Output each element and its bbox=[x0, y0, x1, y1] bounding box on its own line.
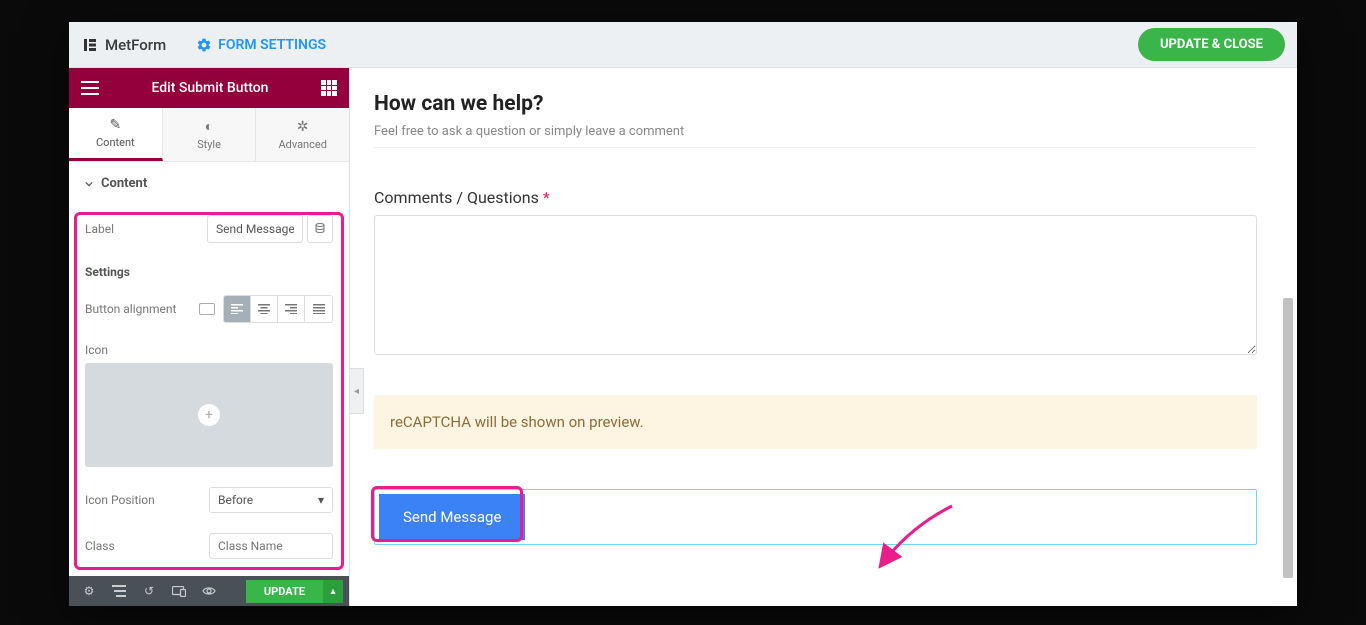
widgets-grid-icon[interactable] bbox=[321, 80, 337, 96]
icon-picker[interactable]: + bbox=[85, 363, 333, 467]
control-icon-position: Icon Position Before ▾ bbox=[69, 477, 349, 523]
history-icon[interactable]: ↺ bbox=[135, 580, 163, 602]
database-icon bbox=[315, 223, 325, 235]
comments-textarea[interactable] bbox=[374, 215, 1257, 355]
responsive-icon[interactable] bbox=[199, 303, 215, 315]
controls-panel: Content Label Settings Button a bbox=[69, 162, 349, 576]
label-input[interactable] bbox=[207, 215, 303, 243]
control-icon: Icon bbox=[69, 333, 349, 357]
editor-tabs: ✎ Content ◐ Style ✲ Advanced bbox=[69, 108, 349, 162]
responsive-mode-icon[interactable] bbox=[165, 580, 193, 602]
section-content-label: Content bbox=[101, 176, 147, 191]
elementor-logo-icon bbox=[81, 36, 99, 54]
pencil-icon: ✎ bbox=[107, 117, 123, 133]
submit-button-widget[interactable]: Send Message bbox=[374, 489, 1257, 545]
alignment-label: Button alignment bbox=[85, 302, 199, 316]
tab-advanced[interactable]: ✲ Advanced bbox=[256, 108, 349, 161]
preview-scrollbar[interactable] bbox=[1281, 68, 1295, 606]
topbar: MetForm FORM SETTINGS UPDATE & CLOSE bbox=[69, 22, 1297, 68]
recaptcha-placeholder: reCAPTCHA will be shown on preview. bbox=[374, 395, 1257, 449]
tab-style-label: Style bbox=[197, 138, 221, 151]
align-right-button[interactable] bbox=[278, 296, 305, 322]
settings-subheader: Settings bbox=[69, 253, 349, 285]
gear-icon bbox=[196, 37, 212, 53]
tab-content[interactable]: ✎ Content bbox=[69, 108, 163, 161]
preview-area: How can we help? Feel free to ask a ques… bbox=[350, 68, 1297, 606]
icon-position-select[interactable]: Before ▾ bbox=[209, 487, 333, 513]
scrollbar-thumb[interactable] bbox=[1283, 298, 1293, 578]
cog-icon: ✲ bbox=[295, 119, 311, 135]
bottom-bar: ⚙ ↺ UPDATE ▴ bbox=[69, 576, 349, 606]
label-field-label: Label bbox=[85, 222, 114, 236]
alignment-buttons bbox=[223, 295, 333, 323]
divider bbox=[374, 147, 1257, 148]
chevron-down-icon: ▾ bbox=[318, 493, 324, 507]
preview-heading: How can we help? bbox=[374, 92, 1257, 116]
tab-advanced-label: Advanced bbox=[278, 138, 326, 151]
tab-style[interactable]: ◐ Style bbox=[163, 108, 257, 161]
icon-position-value: Before bbox=[218, 493, 253, 507]
preview-icon[interactable] bbox=[195, 580, 223, 602]
navigator-icon[interactable] bbox=[105, 580, 133, 602]
class-field-label: Class bbox=[85, 539, 115, 553]
tab-content-label: Content bbox=[96, 136, 135, 149]
sidebar: Edit Submit Button ✎ Content ◐ Style ✲ A… bbox=[69, 68, 350, 606]
submit-button[interactable]: Send Message bbox=[379, 494, 525, 540]
icon-position-label: Icon Position bbox=[85, 493, 155, 507]
control-class: Class bbox=[69, 523, 349, 569]
dynamic-tags-button[interactable] bbox=[307, 215, 333, 243]
settings-icon[interactable]: ⚙ bbox=[75, 580, 103, 602]
form-settings-label: FORM SETTINGS bbox=[218, 37, 326, 53]
update-button[interactable]: UPDATE bbox=[246, 580, 323, 603]
update-close-button[interactable]: UPDATE & CLOSE bbox=[1138, 28, 1285, 61]
preview-subtitle: Feel free to ask a question or simply le… bbox=[374, 124, 1257, 139]
required-indicator: * bbox=[543, 188, 550, 207]
chevron-down-icon bbox=[85, 180, 93, 188]
style-icon: ◐ bbox=[201, 119, 217, 135]
icon-field-label: Icon bbox=[85, 343, 108, 357]
hamburger-icon[interactable] bbox=[81, 81, 99, 95]
align-left-button[interactable] bbox=[224, 296, 251, 322]
sidebar-header: Edit Submit Button bbox=[69, 68, 349, 108]
comments-field-label: Comments / Questions * bbox=[374, 188, 1257, 207]
panel-collapse-handle[interactable]: ◂ bbox=[350, 368, 364, 414]
control-button-alignment: Button alignment bbox=[69, 285, 349, 333]
class-input[interactable] bbox=[209, 533, 333, 559]
update-options-button[interactable]: ▴ bbox=[323, 580, 343, 603]
plus-icon: + bbox=[198, 404, 220, 426]
form-settings-button[interactable]: FORM SETTINGS bbox=[196, 37, 326, 53]
control-label: Label bbox=[69, 205, 349, 253]
comments-label-text: Comments / Questions bbox=[374, 188, 539, 207]
align-center-button[interactable] bbox=[251, 296, 278, 322]
sidebar-title: Edit Submit Button bbox=[152, 80, 269, 96]
section-toggle-content[interactable]: Content bbox=[69, 162, 349, 205]
align-justify-button[interactable] bbox=[305, 296, 332, 322]
brand-label: MetForm bbox=[105, 36, 166, 54]
